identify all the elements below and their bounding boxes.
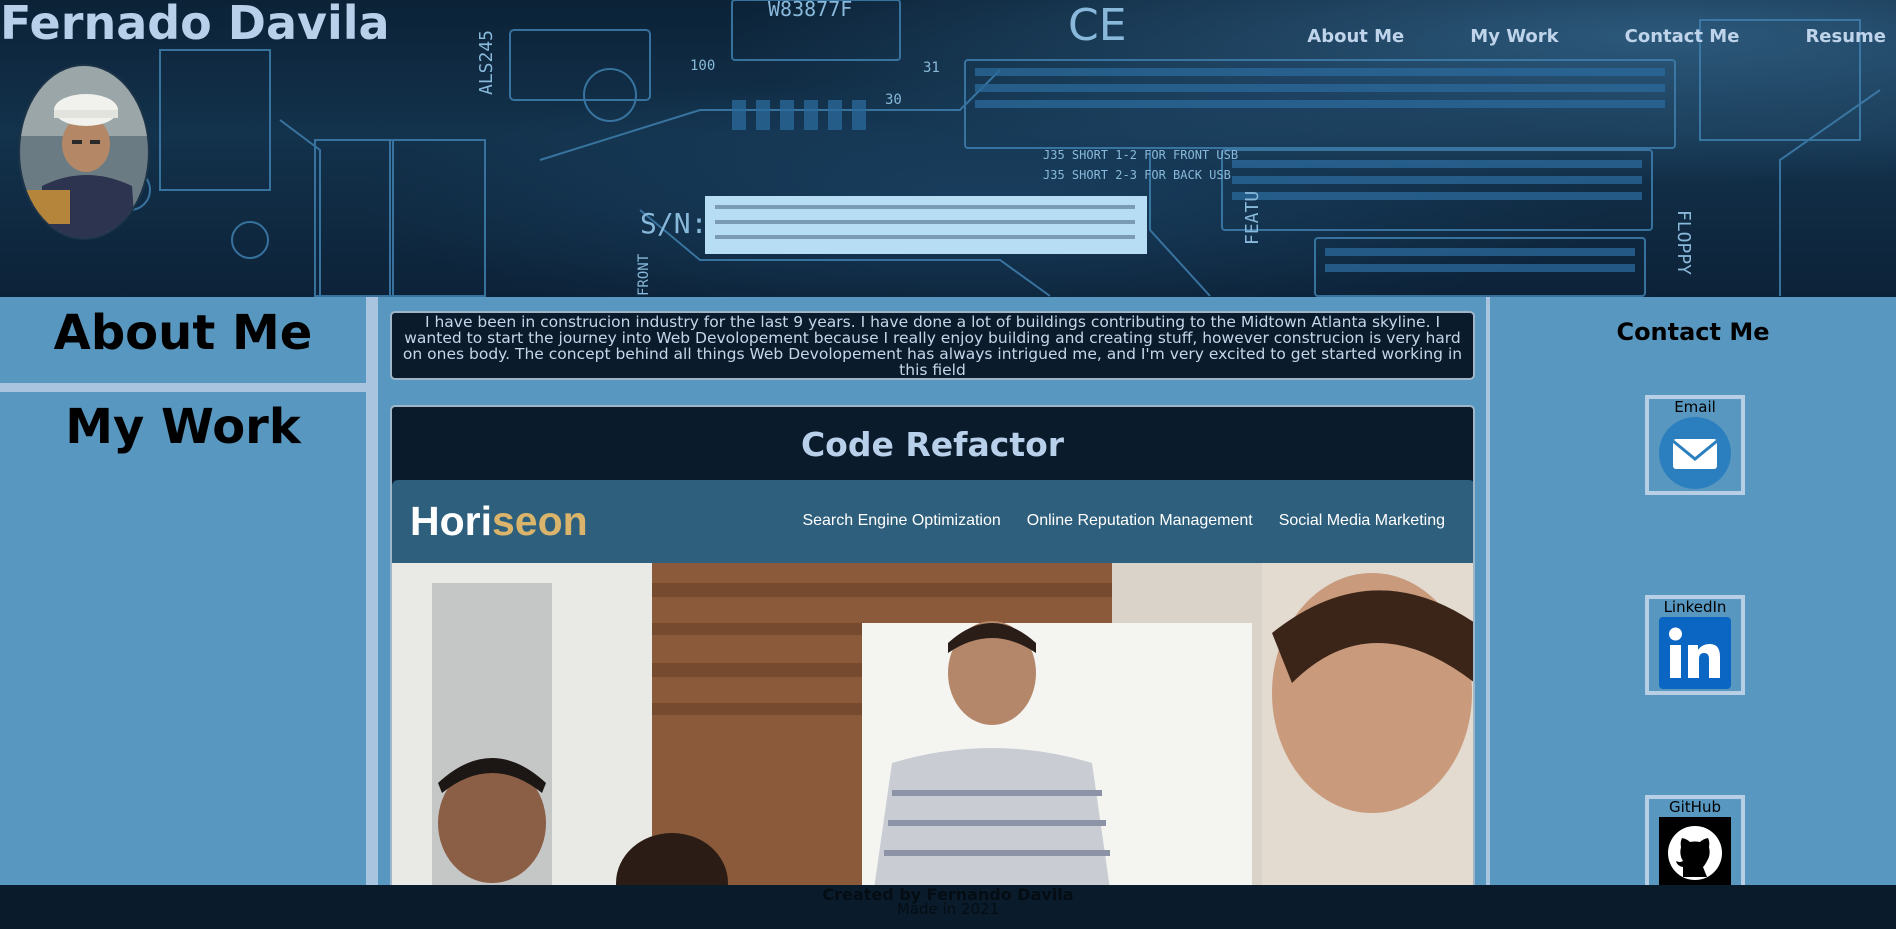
- board-chip-text: W83877F: [768, 0, 852, 21]
- email-icon: [1659, 417, 1731, 489]
- screenshot-header: Horiseon Search Engine Optimization Onli…: [392, 480, 1473, 563]
- site-title: Fernado Davila: [0, 0, 390, 50]
- contact-linkedin-card[interactable]: LinkedIn: [1645, 595, 1745, 695]
- header-banner: W83877F S/N: CE J35 SHORT 1-2 FOR FRONT …: [0, 0, 1896, 297]
- project-card: Code Refactor Horiseon Search Engine Opt…: [390, 405, 1475, 905]
- sidebar-about-me[interactable]: About Me: [0, 305, 366, 361]
- avatar: [18, 64, 150, 240]
- screenshot-logo: Horiseon: [410, 498, 588, 544]
- board-feature-text: FEATU: [1242, 191, 1263, 245]
- top-nav: About Me My Work Contact Me Resume: [1241, 26, 1896, 50]
- board-label-31: 31: [923, 60, 940, 76]
- board-front-text: FRONT: [636, 253, 652, 296]
- right-border-strip: [1486, 297, 1490, 885]
- linkedin-icon: [1659, 617, 1731, 689]
- contact-email-label: Email: [1674, 398, 1716, 416]
- profile-photo: [20, 66, 148, 238]
- contact-github-label: GitHub: [1669, 798, 1721, 816]
- team-meeting-photo: [392, 563, 1473, 900]
- sidebar-divider: [0, 383, 366, 392]
- board-ce-mark: CE: [1068, 0, 1127, 51]
- screenshot-nav: Search Engine Optimization Online Reputa…: [776, 512, 1445, 530]
- contact-title: Contact Me: [1616, 318, 1770, 346]
- nav-contact-me[interactable]: Contact Me: [1625, 26, 1740, 50]
- footer: Created by Fernando Davila Made in 2021: [0, 885, 1896, 929]
- contact-github-card[interactable]: GitHub: [1645, 795, 1745, 895]
- screenshot-nav-item: Online Reputation Management: [1026, 512, 1253, 529]
- board-label-100: 100: [690, 58, 715, 74]
- board-j35-front: J35 SHORT 1-2 FOR FRONT USB: [1043, 148, 1238, 162]
- board-label-30: 30: [885, 92, 902, 108]
- contact-linkedin-label: LinkedIn: [1663, 598, 1727, 616]
- board-chip-side-text: ALS245: [476, 30, 497, 95]
- board-floppy-text: FLOPPY: [1673, 210, 1694, 275]
- project-title[interactable]: Code Refactor: [392, 425, 1473, 464]
- project-screenshot[interactable]: Horiseon Search Engine Optimization Onli…: [392, 480, 1473, 900]
- contact-email-card[interactable]: Email: [1645, 395, 1745, 495]
- board-j35-back: J35 SHORT 2-3 FOR BACK USB: [1043, 168, 1231, 182]
- sidebar-my-work[interactable]: My Work: [0, 399, 366, 455]
- nav-about-me[interactable]: About Me: [1307, 26, 1404, 50]
- about-text: I have been in construcion industry for …: [402, 313, 1463, 379]
- github-icon: [1659, 817, 1731, 889]
- footer-year: Made in 2021: [896, 900, 1000, 918]
- nav-my-work[interactable]: My Work: [1470, 26, 1558, 50]
- screenshot-nav-item: Social Media Marketing: [1278, 512, 1445, 529]
- nav-resume[interactable]: Resume: [1805, 26, 1886, 50]
- board-sn-text: S/N:: [640, 207, 707, 240]
- left-border-strip: [366, 297, 378, 885]
- about-text-box: I have been in construcion industry for …: [390, 311, 1475, 380]
- screenshot-nav-item: Search Engine Optimization: [802, 512, 1001, 529]
